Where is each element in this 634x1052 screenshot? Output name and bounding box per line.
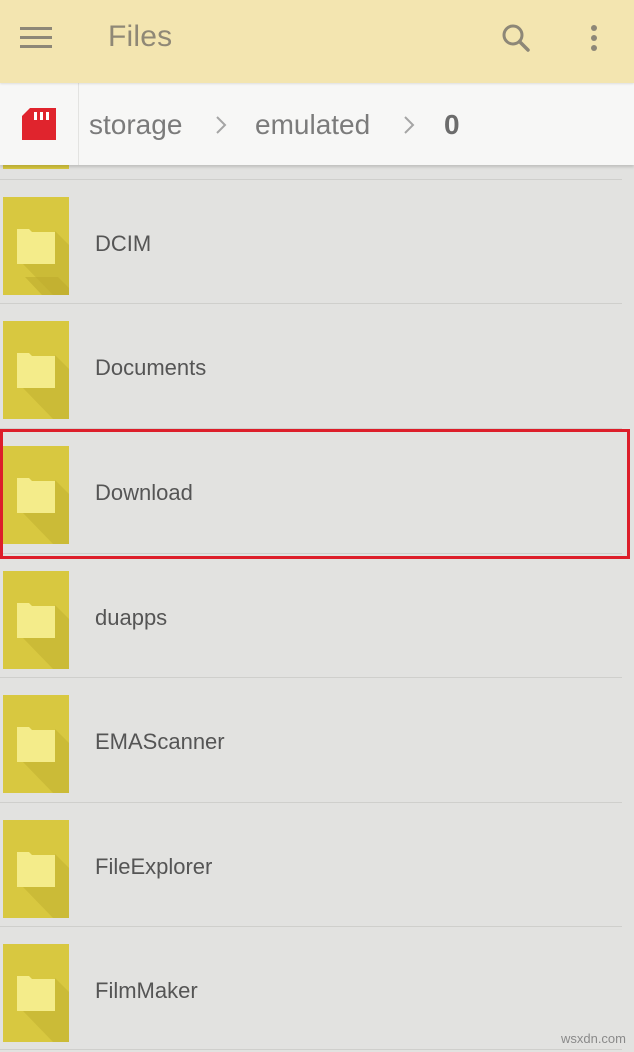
- list-item-fileexplorer[interactable]: FileExplorer: [0, 804, 634, 928]
- list-item-download[interactable]: Download: [0, 430, 634, 554]
- list-item-documents[interactable]: Documents: [0, 305, 634, 429]
- file-name: EMAScanner: [95, 729, 225, 754]
- more-options-button[interactable]: [574, 18, 614, 58]
- breadcrumb-current[interactable]: 0: [444, 109, 460, 141]
- folder-icon: [3, 197, 69, 295]
- list-divider: [0, 677, 622, 678]
- file-name: Documents: [95, 355, 207, 380]
- hamburger-menu-icon: [20, 27, 52, 48]
- app-bar: Files: [0, 0, 634, 83]
- folder-icon: [3, 695, 69, 793]
- list-item-duapps[interactable]: duapps: [0, 555, 634, 679]
- list-divider: [0, 179, 622, 180]
- file-name: DCIM: [95, 231, 152, 256]
- breadcrumb-emulated[interactable]: emulated: [255, 109, 370, 141]
- folder-icon: [3, 571, 69, 669]
- list-divider: [0, 303, 622, 304]
- folder-tile-icon: [3, 165, 69, 169]
- list-item-filmmaker[interactable]: FilmMaker: [0, 928, 634, 1052]
- list-item-emascanner[interactable]: EMAScanner: [0, 679, 634, 803]
- file-name: duapps: [95, 605, 168, 630]
- search-button[interactable]: [494, 18, 538, 58]
- file-name: FilmMaker: [95, 978, 198, 1003]
- list-item-partial[interactable]: [0, 165, 634, 179]
- list-divider: [0, 802, 622, 803]
- file-name: Download: [95, 480, 193, 505]
- file-list: DCIM Documents Download duapps EMAScanne…: [0, 165, 634, 1052]
- sd-card-icon: [22, 108, 56, 140]
- app-title: Files: [108, 20, 173, 53]
- chevron-right-icon: [216, 116, 227, 134]
- folder-icon: [3, 820, 69, 918]
- folder-icon: [3, 446, 69, 544]
- list-divider: [0, 926, 622, 927]
- storage-selector[interactable]: [0, 83, 79, 165]
- folder-icon: [3, 321, 69, 419]
- list-item-dcim[interactable]: DCIM: [0, 181, 634, 305]
- search-icon: [502, 24, 530, 52]
- breadcrumb: storage emulated 0: [0, 83, 634, 165]
- menu-button[interactable]: [14, 18, 58, 58]
- watermark: wsxdn.com: [560, 1031, 626, 1046]
- folder-icon: [3, 944, 69, 1042]
- breadcrumb-storage[interactable]: storage: [89, 109, 182, 141]
- list-divider: [0, 428, 622, 429]
- chevron-right-icon: [404, 116, 415, 134]
- more-vertical-icon: [591, 25, 597, 51]
- file-name: FileExplorer: [95, 854, 213, 879]
- list-divider: [0, 553, 622, 554]
- list-divider: [0, 1049, 622, 1050]
